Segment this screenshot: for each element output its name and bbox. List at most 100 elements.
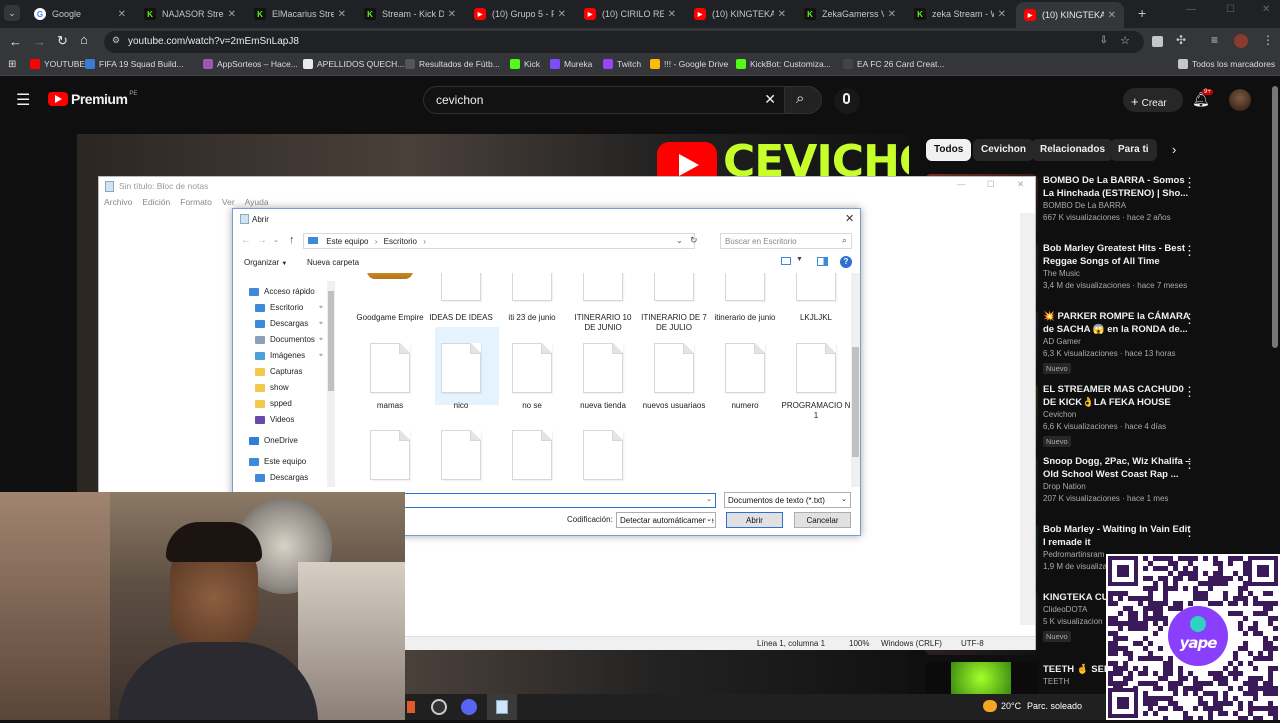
path-dropdown-icon[interactable]: ⌄ [676, 236, 683, 245]
text-file-icon[interactable] [725, 273, 765, 301]
video-channel[interactable]: AD Gamer [1043, 336, 1193, 348]
video-options-icon[interactable]: ⋮ [1183, 384, 1196, 400]
install-app-icon[interactable]: ⇩ [1100, 35, 1108, 46]
extensions-puzzle-icon[interactable]: ✣ [1176, 33, 1186, 47]
text-file-icon[interactable] [441, 430, 481, 480]
media-control-icon[interactable]: ≡ [1211, 33, 1218, 47]
bookmark-item[interactable]: KickBot: Customiza... [736, 59, 831, 69]
cancel-button[interactable]: Cancelar [794, 512, 851, 528]
dialog-up-icon[interactable]: ↑ [289, 234, 295, 246]
address-bar[interactable]: ⚙ youtube.com/watch?v=2mEmSnLapJ8 ⇩ ☆ [104, 31, 1144, 53]
browser-tab[interactable]: ▶ (10) KINGTEKA AL ✕ [686, 3, 794, 25]
tab-search-button[interactable]: ⌄ [4, 5, 20, 21]
text-file-icon[interactable] [370, 343, 410, 393]
dialog-close-button[interactable]: ✕ [845, 212, 854, 225]
help-icon[interactable]: ? [840, 256, 852, 268]
video-title[interactable]: BOMBO De La BARRA - Somos La Hinchada (E… [1043, 174, 1193, 200]
browser-tab[interactable]: K ZekaGamerss Vi ✕ [796, 3, 904, 25]
search-button[interactable]: ⌕ [784, 86, 822, 114]
file-name[interactable]: numero [710, 401, 780, 411]
nav-item[interactable]: Imágenes ⌖ [255, 351, 323, 360]
taskbar-app-icon[interactable] [407, 701, 415, 713]
dialog-back-icon[interactable]: ← [241, 235, 251, 246]
filename-dropdown-icon[interactable]: ⌄ [706, 495, 712, 503]
browser-tab[interactable]: ▶ (10) KINGTEKA PA ✕ [1016, 2, 1124, 28]
new-folder-button[interactable]: Nueva carpeta [307, 258, 359, 267]
browser-tab[interactable]: ▶ (10) Grupo 5 - Pa ✕ [466, 3, 574, 25]
bookmark-item[interactable]: EA FC 26 Card Creat... [843, 59, 944, 69]
filter-chip[interactable]: Para ti [1110, 139, 1157, 161]
dialog-path-bar[interactable]: Este equipo › Escritorio › ⌄ ↻ [303, 233, 698, 249]
obs-icon[interactable] [431, 699, 447, 715]
notepad-menu-item[interactable]: Formato [180, 197, 212, 207]
dialog-search-input[interactable]: Buscar en Escritorio ⌕ [720, 233, 852, 249]
weather-icon[interactable] [983, 700, 997, 712]
bookmark-item[interactable]: !!! - Google Drive [650, 59, 728, 69]
bookmark-item[interactable]: FIFA 19 Squad Build... [85, 59, 184, 69]
browser-tab[interactable]: K NAJASOR Stream ✕ [136, 3, 244, 25]
nav-item[interactable]: Videos [255, 415, 294, 424]
video-card[interactable]: EL STREAMER MAS CACHUD0 DE KICK👌LA FEKA … [1043, 383, 1193, 447]
close-tab-icon[interactable]: ✕ [448, 9, 456, 20]
nav-item[interactable]: Descargas ⌖ [255, 319, 323, 328]
nav-item[interactable]: show [255, 383, 289, 392]
file-name[interactable]: PROGRAMACIO N 1 [781, 401, 851, 421]
video-title[interactable]: Snoop Dogg, 2Pac, Wiz Khalifa – Old Scho… [1043, 455, 1193, 481]
browser-tab[interactable]: G Google ✕ [26, 3, 134, 25]
close-tab-icon[interactable]: ✕ [1108, 10, 1116, 21]
scrollbar[interactable] [1272, 86, 1278, 348]
browser-tab[interactable]: K ElMacarius Stream ✕ [246, 3, 354, 25]
profile-avatar-icon[interactable] [1234, 34, 1248, 48]
all-bookmarks-link[interactable]: Todos los marcadores [1178, 59, 1275, 69]
file-name[interactable]: LKJLJKL [781, 313, 851, 323]
text-file-icon[interactable] [796, 273, 836, 301]
chrome-menu-icon[interactable]: ⋮ [1262, 33, 1274, 47]
forward-icon[interactable]: → [33, 34, 46, 49]
hamburger-menu-icon[interactable]: ☰ [16, 90, 30, 110]
video-card[interactable]: 💥 PARKER ROMPE la CÁMARA de SACHA 😱 en l… [1043, 310, 1193, 374]
bookmark-item[interactable]: YOUTUBE [30, 59, 85, 69]
bookmark-item[interactable]: Kick [510, 59, 540, 69]
text-file-icon[interactable] [441, 343, 481, 393]
bookmark-star-icon[interactable]: ☆ [1120, 34, 1130, 47]
filetype-select[interactable]: Documentos de texto (*.txt) ⌄ [724, 492, 851, 508]
home-icon[interactable]: ⌂ [80, 32, 88, 47]
video-options-icon[interactable]: ⋮ [1183, 456, 1196, 472]
video-card[interactable]: Snoop Dogg, 2Pac, Wiz Khalifa – Old Scho… [1043, 455, 1193, 505]
video-channel[interactable]: Cevichon [1043, 409, 1193, 421]
notepad-minimize-button[interactable]: — [957, 179, 966, 189]
notepad-menu-item[interactable]: Archivo [104, 197, 132, 207]
filter-chip[interactable]: Relacionados [1032, 139, 1114, 161]
file-name[interactable]: nico [426, 401, 496, 411]
file-name[interactable]: nuevos usuariaos [639, 401, 709, 411]
browser-tab[interactable]: ▶ (10) CIRILO RESP ✕ [576, 3, 684, 25]
notepad-menu-item[interactable]: Ver [222, 197, 235, 207]
video-card[interactable]: Bob Marley Greatest Hits - Best Reggae S… [1043, 242, 1193, 292]
voice-search-button[interactable] [834, 88, 860, 114]
nav-item[interactable]: Acceso rápido [249, 287, 315, 296]
text-file-icon[interactable] [370, 430, 410, 480]
dialog-forward-icon[interactable]: → [257, 235, 267, 246]
extension-icon[interactable] [1152, 36, 1163, 47]
minimize-window-button[interactable]: — [1186, 4, 1196, 15]
video-options-icon[interactable]: ⋮ [1183, 243, 1196, 259]
close-tab-icon[interactable]: ✕ [998, 9, 1006, 20]
close-tab-icon[interactable]: ✕ [888, 9, 896, 20]
bookmark-item[interactable]: Resultados de Fútb... [405, 59, 500, 69]
video-channel[interactable]: The Music [1043, 268, 1193, 280]
notepad-close-button[interactable]: ✕ [1017, 179, 1024, 190]
text-file-icon[interactable] [796, 343, 836, 393]
nav-item[interactable]: Capturas [255, 367, 302, 376]
browser-tab[interactable]: K Stream - Kick Das ✕ [356, 3, 464, 25]
organize-button[interactable]: Organizar ▼ [244, 258, 287, 267]
bookmark-item[interactable]: Twitch [603, 59, 641, 69]
site-info-icon[interactable]: ⚙ [112, 35, 120, 46]
discord-icon[interactable] [461, 699, 477, 715]
nav-item[interactable]: Escritorio ⌖ [255, 303, 323, 312]
file-name[interactable]: IDEAS DE IDEAS [426, 313, 496, 323]
close-tab-icon[interactable]: ✕ [558, 9, 566, 20]
text-file-icon[interactable] [725, 343, 765, 393]
notepad-menu-item[interactable]: Edición [142, 197, 170, 207]
text-file-icon[interactable] [654, 343, 694, 393]
video-thumbnail[interactable] [925, 662, 1038, 694]
